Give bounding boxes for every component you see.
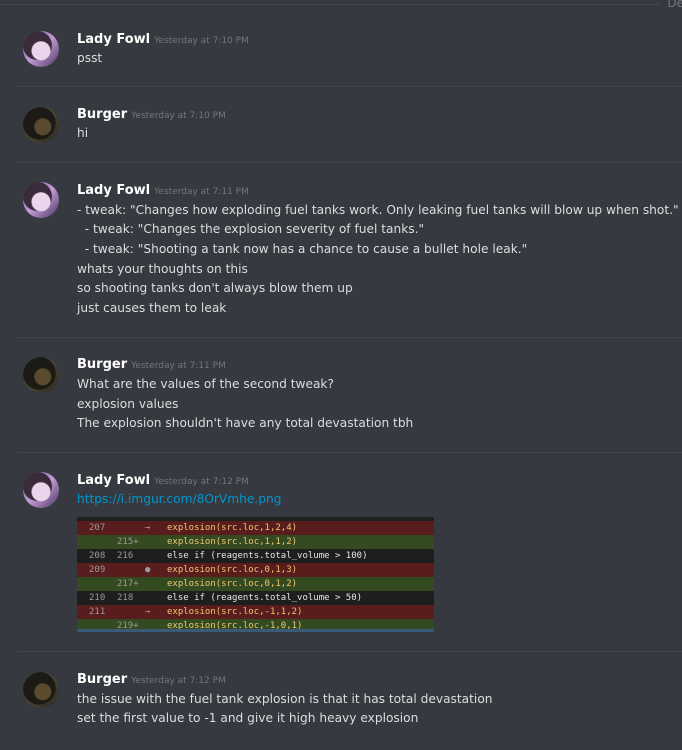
message-line: psst [77, 51, 103, 65]
diff-row: 211 → explosion(src.loc,-1,1,2) [77, 605, 434, 619]
avatar[interactable] [23, 357, 59, 393]
avatar[interactable] [23, 472, 59, 508]
message-header: Lady Fowl Yesterday at 7:10 PM [77, 32, 249, 47]
new-line-number: 215+ [117, 537, 139, 547]
message-header: Lady Fowl Yesterday at 7:12 PM [77, 473, 249, 488]
old-line-number: 209 [89, 565, 106, 575]
diff-marker: → [145, 607, 151, 617]
avatar[interactable] [23, 672, 59, 708]
avatar[interactable] [23, 182, 59, 218]
diff-code: explosion(src.loc,-1,1,2) [167, 607, 303, 617]
avatar[interactable] [23, 31, 59, 67]
diff-code: else if (reagents.total_volume > 50) [167, 593, 363, 603]
message-header: Burger Yesterday at 7:12 PM [77, 672, 226, 687]
image-scroll-edge [77, 629, 434, 632]
message-divider [18, 337, 682, 338]
message-line: hi [77, 126, 89, 140]
diff-row: 210 218 else if (reagents.total_volume >… [77, 591, 434, 605]
message-timestamp: Yesterday at 7:11 PM [131, 361, 226, 371]
new-line-number: 217+ [117, 579, 139, 589]
message-line: just causes them to leak [77, 301, 227, 315]
avatar[interactable] [23, 107, 59, 143]
diff-row: 209 ● explosion(src.loc,0,1,3) [77, 563, 434, 577]
message-header: Burger Yesterday at 7:11 PM [77, 357, 226, 372]
diff-marker: → [145, 523, 151, 533]
new-line-number: 218 [117, 593, 134, 603]
message-divider [18, 162, 682, 163]
message-line: - tweak: "Shooting a tank now has a chan… [77, 242, 528, 256]
diff-code: explosion(src.loc,1,1,2) [167, 537, 298, 547]
diff-row: 207 → explosion(src.loc,1,2,4) [77, 521, 434, 535]
diff-row: 217+ explosion(src.loc,0,1,2) [77, 577, 434, 591]
author-name[interactable]: Lady Fowl [77, 473, 150, 488]
message-line: set the first value to -1 and give it hi… [77, 711, 419, 725]
old-line-number: 208 [89, 551, 106, 561]
diff-code: explosion(src.loc,0,1,2) [167, 579, 298, 589]
message-line: - tweak: "Changes how exploding fuel tan… [77, 203, 679, 217]
old-line-number: 210 [89, 593, 106, 603]
diff-row: 208 216 else if (reagents.total_volume >… [77, 549, 434, 563]
message-timestamp: Yesterday at 7:10 PM [154, 36, 249, 46]
message-divider [18, 86, 682, 87]
author-name[interactable]: Burger [77, 107, 127, 122]
message-line: - tweak: "Changes the explosion severity… [77, 222, 425, 236]
top-divider [0, 4, 660, 5]
author-name[interactable]: Lady Fowl [77, 183, 150, 198]
message-line: explosion values [77, 397, 179, 411]
message-timestamp: Yesterday at 7:10 PM [131, 111, 226, 121]
image-link[interactable]: https://i.imgur.com/8OrVmhe.png [77, 490, 281, 509]
message-line: so shooting tanks don't always blow them… [77, 281, 353, 295]
old-line-number: 211 [89, 607, 106, 617]
new-line-number: 216 [117, 551, 134, 561]
message-divider [18, 651, 682, 652]
message-divider [18, 452, 682, 453]
message-header: Lady Fowl Yesterday at 7:11 PM [77, 183, 249, 198]
message-timestamp: Yesterday at 7:11 PM [154, 187, 249, 197]
message-line: whats your thoughts on this [77, 262, 248, 276]
message-line: What are the values of the second tweak? [77, 377, 334, 391]
diff-code: explosion(src.loc,0,1,3) [167, 565, 298, 575]
message-header: Burger Yesterday at 7:10 PM [77, 107, 226, 122]
message-timestamp: Yesterday at 7:12 PM [131, 676, 226, 686]
header-corner-text: De [667, 0, 682, 10]
author-name[interactable]: Lady Fowl [77, 32, 150, 47]
author-name[interactable]: Burger [77, 672, 127, 687]
code-diff-image[interactable]: 207 → explosion(src.loc,1,2,4) 215+ expl… [77, 517, 434, 632]
diff-row: 215+ explosion(src.loc,1,1,2) [77, 535, 434, 549]
author-name[interactable]: Burger [77, 357, 127, 372]
diff-marker: ● [145, 565, 151, 575]
diff-code: explosion(src.loc,1,2,4) [167, 523, 298, 533]
diff-code: else if (reagents.total_volume > 100) [167, 551, 368, 561]
old-line-number: 207 [89, 523, 106, 533]
message-line: the issue with the fuel tank explosion i… [77, 692, 493, 706]
message-line: The explosion shouldn't have any total d… [77, 416, 414, 430]
message-timestamp: Yesterday at 7:12 PM [154, 477, 249, 487]
